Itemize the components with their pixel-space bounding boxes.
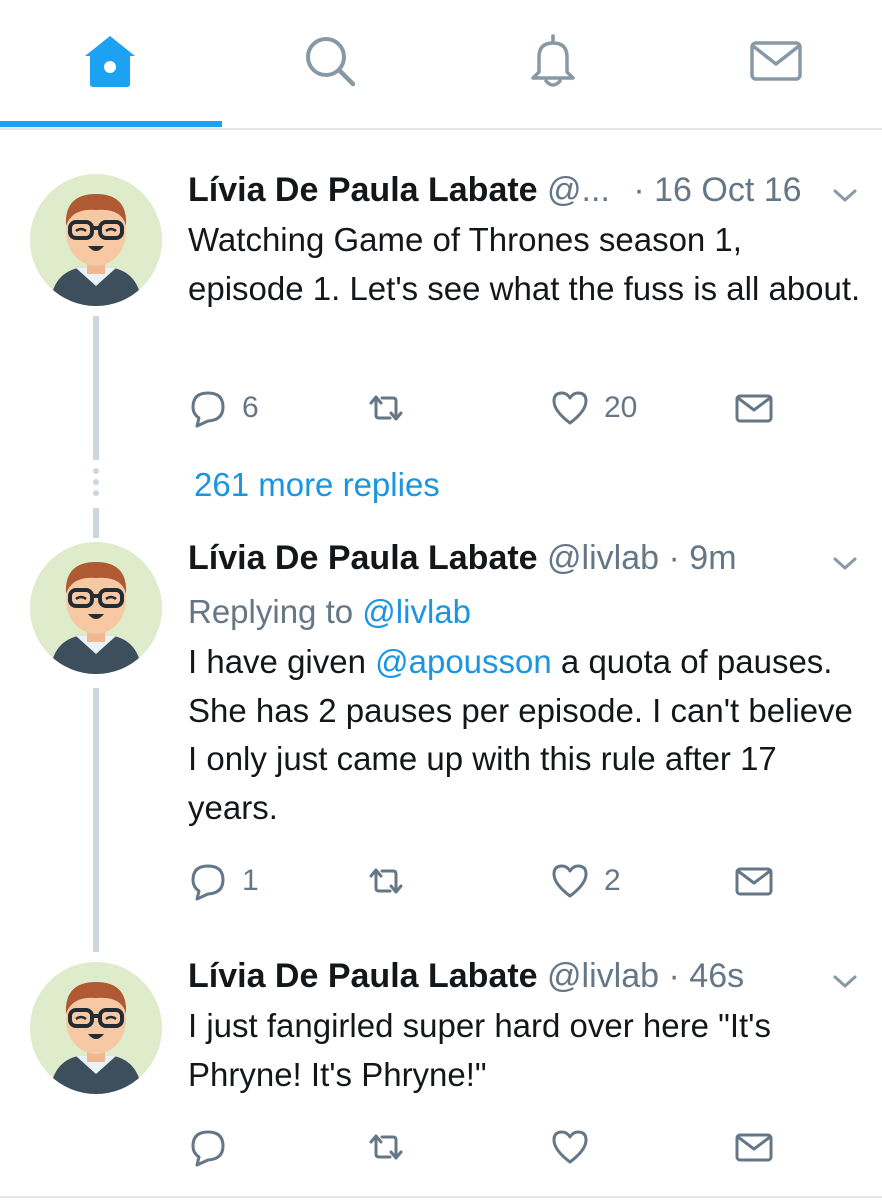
tweet-text: Watching Game of Thrones season 1, episo… (188, 221, 861, 307)
retweet-icon (369, 868, 403, 894)
reply-icon (191, 864, 225, 901)
chevron-down-icon (833, 975, 857, 988)
tweet-menu-button[interactable] (830, 548, 860, 578)
tweet-header: Lívia De Paula Labate @... · 16 Oct 16 (188, 170, 852, 210)
timestamp[interactable]: 16 Oct 16 (654, 171, 801, 209)
avatar[interactable] (30, 174, 162, 306)
heart-icon (552, 1130, 588, 1164)
bell-icon (531, 34, 575, 87)
separator: · (668, 957, 680, 995)
direct-message-button[interactable] (734, 1125, 774, 1169)
thread-line (93, 688, 99, 952)
retweet-button[interactable] (366, 859, 406, 903)
like-button[interactable]: 20 (550, 386, 637, 430)
replying-to-label: Replying to (188, 593, 354, 630)
tweet-text: I just fangirled super hard over here "I… (188, 1007, 771, 1093)
heart-icon (552, 391, 588, 425)
tweet-actions: 6 20 (188, 386, 808, 430)
tweet-menu-button[interactable] (830, 180, 860, 210)
user-handle[interactable]: @livlab (547, 539, 659, 577)
direct-message-button[interactable] (734, 859, 774, 903)
user-handle[interactable]: @... (547, 171, 610, 209)
user-name[interactable]: Lívia De Paula Labate (188, 957, 538, 995)
mention-link[interactable]: @apousson (375, 643, 552, 680)
tab-notifications[interactable] (443, 0, 663, 126)
tab-home[interactable] (0, 0, 220, 126)
direct-message-button[interactable] (734, 386, 774, 430)
chevron-down-icon (833, 189, 857, 202)
tab-messages[interactable] (666, 0, 882, 126)
tweet-menu-button[interactable] (830, 966, 860, 996)
retweet-icon (369, 395, 403, 421)
mail-icon (750, 41, 802, 81)
tweet-actions: 1 2 (188, 859, 808, 903)
like-count: 2 (604, 864, 621, 897)
mail-icon (735, 394, 773, 423)
retweet-button[interactable] (366, 386, 406, 430)
user-name[interactable]: Lívia De Paula Labate (188, 171, 538, 209)
more-replies-link[interactable]: 261 more replies (194, 465, 440, 505)
separator: · (668, 539, 680, 577)
reply-button[interactable]: 6 (188, 386, 259, 430)
user-name[interactable]: Lívia De Paula Labate (188, 539, 538, 577)
timestamp[interactable]: 9m (689, 539, 736, 577)
mention-link[interactable]: @livlab (362, 593, 471, 630)
thread-dots (91, 468, 101, 500)
tweet-header: Lívia De Paula Labate @livlab · 46s (188, 956, 852, 996)
reply-icon (191, 1130, 225, 1167)
tweet-actions (188, 1125, 808, 1169)
tweet-header: Lívia De Paula Labate @livlab · 9m (188, 538, 852, 578)
thread-line (93, 316, 99, 460)
like-button[interactable]: 2 (550, 859, 621, 903)
thread-line (93, 508, 99, 538)
chevron-down-icon (833, 557, 857, 570)
reply-button[interactable] (188, 1125, 242, 1169)
search-icon (306, 37, 356, 87)
tweet-text-part: I have given (188, 643, 376, 680)
avatar[interactable] (30, 962, 162, 1094)
separator: · (633, 171, 645, 209)
retweet-button[interactable] (366, 1125, 406, 1169)
tab-search[interactable] (220, 0, 440, 126)
reply-button[interactable]: 1 (188, 859, 259, 903)
mail-icon (735, 867, 773, 896)
like-button[interactable] (550, 1125, 604, 1169)
reply-icon (191, 391, 225, 428)
top-nav (0, 0, 882, 130)
retweet-icon (369, 1134, 403, 1160)
user-handle[interactable]: @livlab (547, 957, 659, 995)
home-icon (85, 36, 135, 87)
divider (0, 1196, 882, 1198)
like-count: 20 (604, 391, 638, 424)
heart-icon (552, 864, 588, 898)
timestamp[interactable]: 46s (689, 957, 744, 995)
reply-count: 6 (242, 391, 259, 424)
tweet-text: I have given @apousson a quota of pauses… (188, 638, 863, 832)
mail-icon (735, 1133, 773, 1162)
replying-to: Replying to @livlab (188, 592, 471, 632)
active-tab-indicator (0, 121, 222, 127)
reply-count: 1 (242, 864, 259, 897)
avatar[interactable] (30, 542, 162, 674)
